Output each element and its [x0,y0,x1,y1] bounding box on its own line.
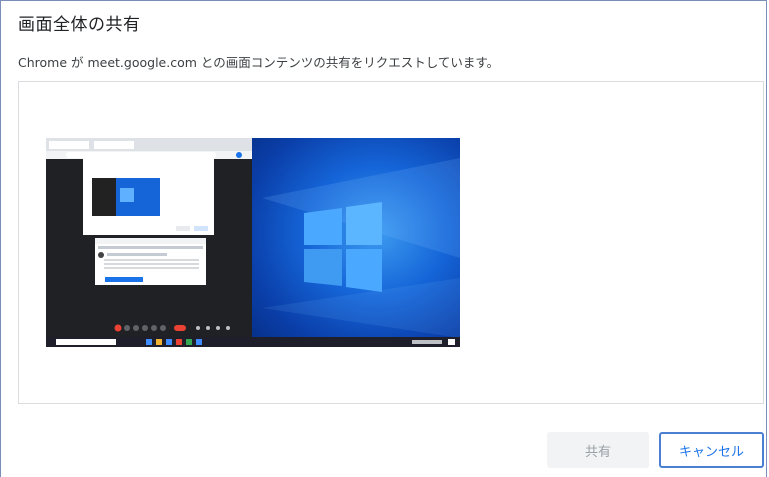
thumbnail-browser-window [46,138,252,347]
share-screen-dialog: 画面全体の共有 Chrome が meet.google.com との画面コンテ… [0,0,767,477]
dialog-title: 画面全体の共有 [18,15,141,35]
share-button[interactable]: 共有 [547,432,649,468]
dialog-subtitle: Chrome が meet.google.com との画面コンテンツの共有をリク… [18,55,500,70]
thumbnail-browser-illustration [46,138,252,347]
windows-logo-icon [252,158,460,347]
screen-thumbnail[interactable] [46,138,460,347]
cancel-button[interactable]: キャンセル [659,432,764,468]
thumbnail-desktop [252,138,460,347]
screen-source-list [18,81,764,404]
